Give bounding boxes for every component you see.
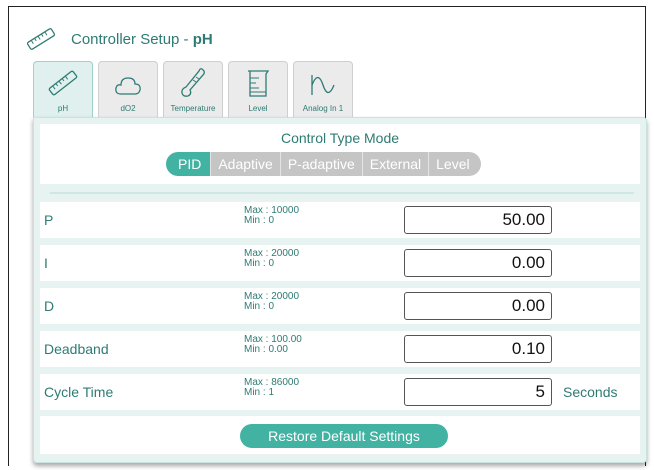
tab-label: Analog In 1	[302, 104, 344, 113]
tab-label: Temperature	[170, 104, 216, 113]
param-range: Max : 100.00 Min : 0.00	[244, 335, 302, 355]
section-divider	[50, 192, 634, 194]
tab-analog-in-1[interactable]: Analog In 1	[293, 61, 353, 117]
tab-label: Level	[248, 104, 268, 113]
deadband-value-input[interactable]	[404, 335, 552, 363]
ph-probe-icon	[25, 28, 57, 50]
d-value-input[interactable]	[404, 292, 552, 320]
cycle-time-value-input[interactable]	[404, 378, 552, 406]
control-mode-section: Control Type Mode PID Adaptive P-adaptiv…	[40, 124, 640, 184]
param-label: Cycle Time	[44, 384, 114, 400]
mode-option-pid[interactable]: PID	[166, 152, 212, 176]
page-title-prefix: Controller Setup -	[71, 30, 193, 48]
param-range: Max : 10000 Min : 0	[244, 206, 299, 226]
param-label: Deadband	[44, 341, 109, 357]
tab-do2[interactable]: dO2	[98, 61, 158, 117]
page-title: Controller Setup - pH	[71, 31, 213, 48]
ph-probe-icon	[46, 64, 80, 98]
page-header: Controller Setup - pH	[25, 25, 213, 53]
beaker-icon	[245, 64, 271, 98]
param-range: Max : 86000 Min : 1	[244, 378, 299, 398]
param-label: I	[44, 255, 48, 271]
sensor-tabs: pH dO2 Temperature Level Analog In 1	[33, 61, 353, 117]
mode-option-external[interactable]: External	[362, 152, 430, 176]
param-row-deadband: Deadband Max : 100.00 Min : 0.00	[40, 331, 640, 367]
restore-section: Restore Default Settings	[40, 416, 640, 454]
page-title-sensor: pH	[192, 30, 213, 48]
param-min: Min : 0	[244, 215, 275, 226]
tab-label: pH	[57, 104, 69, 113]
param-row-cycle-time: Cycle Time Max : 86000Min : 1 Seconds	[40, 374, 640, 410]
tab-level[interactable]: Level	[228, 61, 288, 117]
window-frame: Controller Setup - pH pH dO2 Temperature…	[8, 6, 647, 466]
param-min: Min : 0	[244, 301, 275, 312]
i-value-input[interactable]	[404, 249, 552, 277]
param-label: D	[44, 298, 55, 314]
waveform-icon	[308, 64, 338, 98]
param-min: Min : 1	[244, 387, 275, 398]
mode-option-level[interactable]: Level	[429, 152, 481, 176]
param-row-p: P Max : 10000 Min : 0	[40, 202, 640, 238]
mode-option-p-adaptive[interactable]: P-adaptive	[280, 152, 363, 176]
param-range: Max : 20000 Min : 0	[244, 292, 299, 312]
control-mode-title: Control Type Mode	[280, 130, 400, 146]
restore-defaults-button[interactable]: Restore Default Settings	[240, 424, 448, 448]
cycle-time-unit: Seconds	[563, 384, 618, 400]
param-label: P	[44, 212, 54, 228]
thermometer-icon	[178, 64, 208, 98]
cloud-icon	[114, 64, 142, 98]
tab-ph[interactable]: pH	[33, 61, 93, 117]
param-min: Min : 0	[244, 258, 275, 269]
control-mode-selector: PID Adaptive P-adaptive External Level	[166, 152, 481, 176]
p-value-input[interactable]	[404, 206, 552, 234]
settings-panel: Control Type Mode PID Adaptive P-adaptiv…	[33, 117, 647, 463]
tab-label: dO2	[120, 104, 136, 113]
param-min: Min : 0.00	[244, 344, 288, 355]
param-row-d: D Max : 20000 Min : 0	[40, 288, 640, 324]
mode-option-adaptive[interactable]: Adaptive	[211, 152, 281, 176]
param-range: Max : 20000 Min : 0	[244, 249, 299, 269]
param-row-i: I Max : 20000 Min : 0	[40, 245, 640, 281]
tab-temperature[interactable]: Temperature	[163, 61, 223, 117]
